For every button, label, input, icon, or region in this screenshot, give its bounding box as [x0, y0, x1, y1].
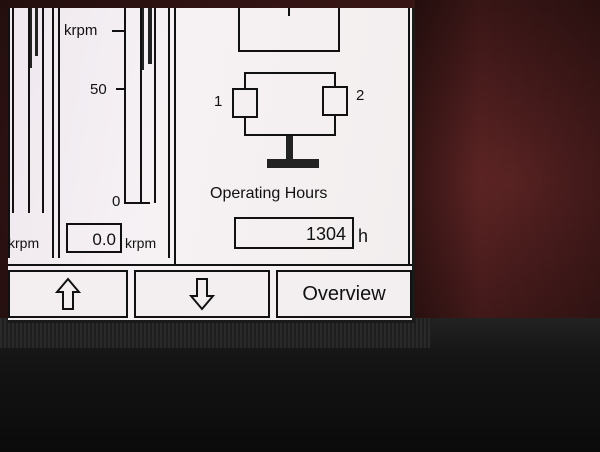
component-1-label: 1: [214, 93, 223, 110]
gauge-tick-label-50: 50: [90, 81, 107, 98]
diagram-base: [267, 159, 319, 168]
gauge-scale-line: [124, 8, 126, 203]
operating-hours-value: 1304: [305, 224, 346, 244]
gauge-unit-label: krpm: [64, 22, 98, 39]
scroll-down-button[interactable]: [134, 270, 270, 318]
arrow-down-icon: [189, 278, 215, 311]
diagram-line: [244, 72, 336, 74]
overview-button-label: Overview: [302, 282, 386, 305]
operating-hours-readout-box: 1304: [234, 217, 354, 249]
panel-divider: [174, 8, 176, 266]
panel-border: [408, 8, 410, 266]
component-2-box: [322, 86, 348, 116]
arrow-up-icon: [55, 277, 81, 310]
diagram-line: [338, 8, 340, 52]
gauge-scale-line: [12, 8, 14, 213]
gauge-bar: [35, 8, 38, 56]
gauge-baseline: [124, 202, 150, 204]
operating-hours-unit: h: [358, 226, 369, 246]
diagram-line: [238, 50, 340, 52]
panel-divider: [58, 8, 60, 258]
gauge-bar: [148, 8, 152, 64]
panel-divider: [52, 8, 54, 258]
button-row-divider: [8, 264, 412, 266]
diagram-line: [288, 8, 290, 16]
gauge-scale-line: [140, 8, 142, 203]
gauge-tick-label-0: 0: [112, 193, 121, 210]
diagram-line: [238, 8, 240, 52]
hmi-screen: krpm krpm 50 0 0.0 krpm 1 2 Operating Ho…: [8, 8, 415, 323]
component-1-box: [232, 88, 258, 118]
gauge-scale-line: [42, 8, 44, 213]
speed-readout-value: 0.0: [92, 230, 116, 249]
gauge-scale-line: [28, 8, 30, 213]
speed-readout-box: 0.0: [66, 223, 122, 253]
operating-hours-label: Operating Hours: [210, 185, 328, 202]
panel-border: [8, 8, 10, 258]
diagram-line: [334, 116, 336, 136]
overview-button[interactable]: Overview: [276, 270, 412, 318]
scroll-up-button[interactable]: [8, 270, 128, 318]
speed-readout-unit: krpm: [125, 235, 157, 251]
panel-divider: [168, 8, 170, 258]
gauge-scale-line: [154, 8, 156, 203]
component-2-label: 2: [356, 87, 365, 104]
gauge-tick: [112, 30, 124, 32]
gauge-unit-label: krpm: [8, 235, 40, 251]
